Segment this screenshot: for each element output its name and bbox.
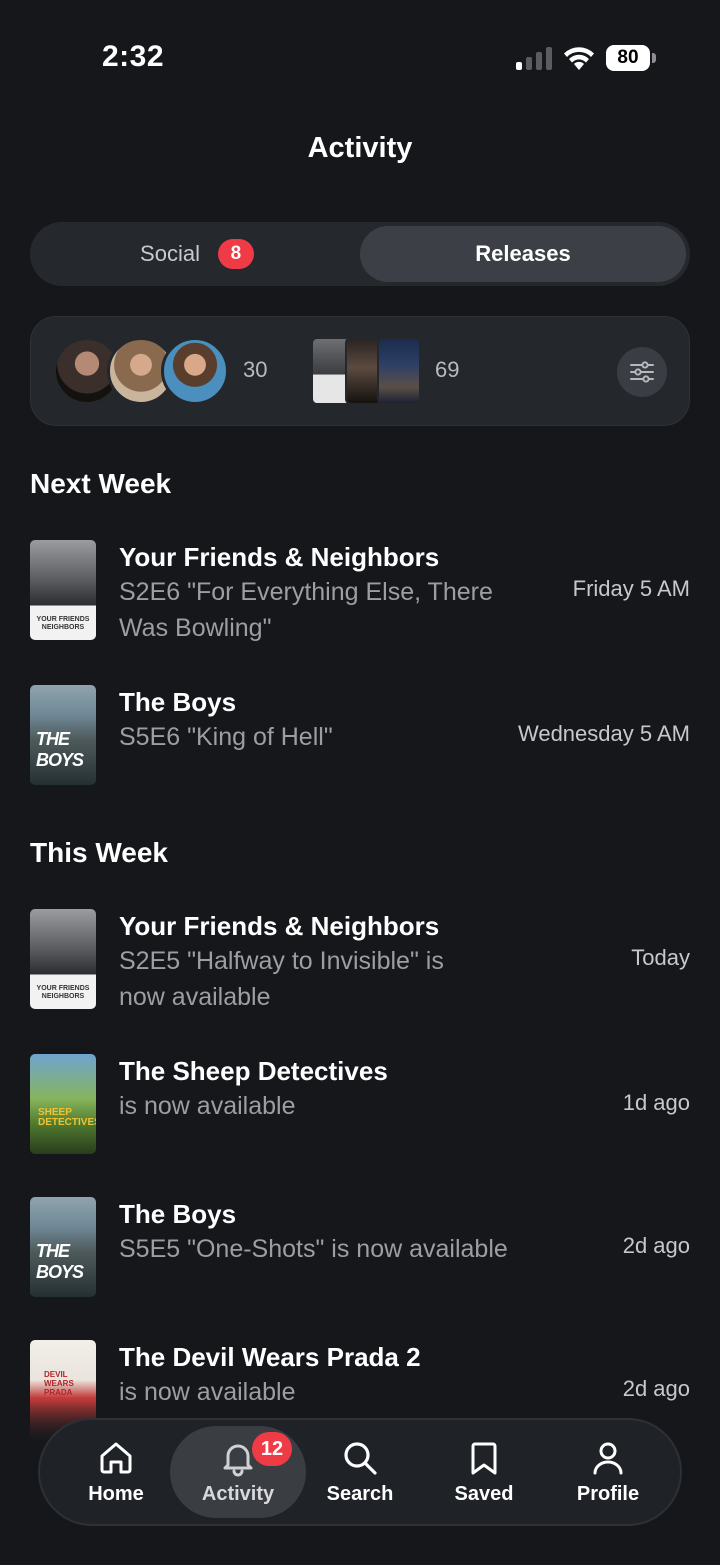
tab-social-label: Social (140, 241, 200, 266)
release-time: Wednesday 5 AM (517, 721, 690, 746)
social-badge: 8 (217, 239, 254, 269)
release-subtitle: is now available (119, 1092, 296, 1120)
release-subtitle: now available (119, 983, 271, 1011)
release-title: Your Friends & Neighbors (119, 542, 440, 572)
nav-search-label: Search (326, 1482, 394, 1505)
poster-title-text: YOUR FRIENDS NEIGHBORS (36, 616, 90, 631)
search-icon (344, 1441, 377, 1475)
release-subtitle: S2E5 "Halfway to Invisible" is (119, 947, 444, 975)
activity-badge: 12 (252, 1432, 292, 1466)
bottom-tab-bar: Home Activity 12 Search Saved Profile (38, 1418, 682, 1526)
poster-image: THE BOYS (30, 685, 96, 785)
poster-title-text: THE BOYS (36, 1241, 84, 1282)
followed-person-avatar[interactable] (161, 337, 229, 405)
bookmark-icon (471, 1442, 497, 1474)
nav-home-label: Home (88, 1482, 144, 1505)
followed-people-count[interactable]: 30 (243, 357, 267, 383)
nav-saved-label: Saved (454, 1482, 514, 1505)
release-time: 2d ago (622, 1376, 690, 1401)
release-title: The Sheep Detectives (119, 1056, 388, 1086)
nav-activity[interactable]: Activity 12 (170, 1426, 306, 1518)
nav-profile[interactable]: Profile (546, 1420, 670, 1524)
release-time: Today (631, 945, 690, 970)
page-title: Activity (307, 132, 413, 164)
release-title: The Devil Wears Prada 2 (119, 1342, 421, 1372)
release-subtitle: Was Bowling" (119, 614, 272, 642)
cellular-signal-icon (516, 46, 552, 70)
release-row[interactable]: THE BOYS The Boys S5E6 "King of Hell" We… (30, 685, 690, 785)
person-icon (593, 1442, 623, 1474)
nav-search[interactable]: Search (298, 1420, 422, 1524)
nav-home[interactable]: Home (54, 1420, 178, 1524)
poster-image: YOUR FRIENDS NEIGHBORS (30, 540, 96, 640)
battery-level: 80 (606, 45, 650, 71)
section-title-next-week: Next Week (30, 468, 172, 499)
release-row[interactable]: YOUR FRIENDS NEIGHBORS Your Friends & Ne… (30, 909, 690, 1011)
release-time: 2d ago (622, 1233, 690, 1258)
release-subtitle: S2E6 "For Everything Else, There (119, 578, 493, 606)
sliders-icon (630, 361, 654, 383)
poster-title-text: THE BOYS (36, 729, 84, 770)
release-subtitle: S5E5 "One-Shots" is now available (119, 1235, 508, 1263)
bell-icon (223, 1444, 253, 1476)
release-title: The Boys (119, 687, 237, 717)
tab-social[interactable]: Social 8 (34, 226, 360, 282)
poster-title-text: DEVIL WEARS PRADA (44, 1370, 74, 1397)
social-releases-toggle: Social 8 Releases (30, 222, 690, 286)
filter-button[interactable] (617, 347, 667, 397)
battery-icon: 80 (606, 45, 656, 71)
release-time: 1d ago (622, 1090, 690, 1115)
release-row[interactable]: SHEEP DETECTIVES The Sheep Detectives is… (30, 1054, 690, 1154)
nav-profile-label: Profile (576, 1482, 640, 1505)
activity-screen: 2:32 80 Activity Social 8 Releases 30 69… (0, 0, 720, 1565)
wifi-icon (564, 47, 594, 70)
release-row[interactable]: YOUR FRIENDS NEIGHBORS Your Friends & Ne… (30, 540, 690, 642)
nav-activity-label: Activity (201, 1482, 275, 1505)
tab-releases-label: Releases (475, 241, 571, 266)
status-time: 2:32 (102, 40, 165, 73)
poster-title-text: YOUR FRIENDS NEIGHBORS (36, 985, 90, 1000)
poster-image: YOUR FRIENDS NEIGHBORS (30, 909, 96, 1009)
section-title-this-week: This Week (30, 837, 168, 868)
tab-releases[interactable]: Releases (360, 226, 686, 282)
status-bar: 2:32 80 (0, 0, 720, 110)
follow-summary-card: 30 69 (30, 316, 690, 426)
home-icon (100, 1442, 132, 1473)
poster-title-text: SHEEP DETECTIVES (38, 1107, 96, 1128)
followed-titles-count[interactable]: 69 (435, 357, 459, 383)
release-subtitle: S5E6 "King of Hell" (119, 723, 333, 751)
followed-title-poster[interactable] (377, 337, 421, 405)
release-title: Your Friends & Neighbors (119, 911, 440, 941)
release-time: Friday 5 AM (572, 576, 690, 601)
release-row[interactable]: THE BOYS The Boys S5E5 "One-Shots" is no… (30, 1197, 690, 1297)
poster-image: THE BOYS (30, 1197, 96, 1297)
poster-image: SHEEP DETECTIVES (30, 1054, 96, 1154)
release-title: The Boys (119, 1199, 237, 1229)
nav-saved[interactable]: Saved (422, 1420, 546, 1524)
